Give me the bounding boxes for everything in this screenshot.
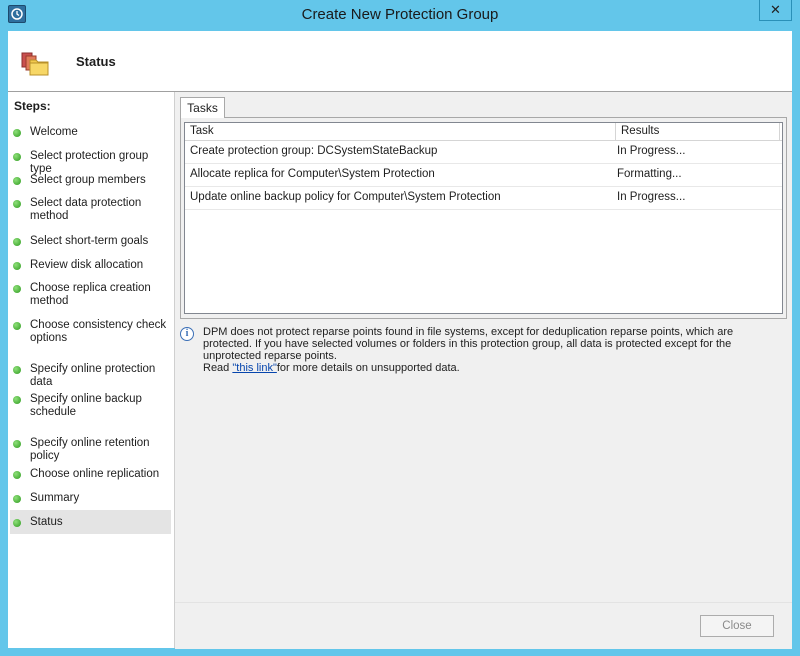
- info-read-prefix: Read: [203, 362, 233, 374]
- step-select-group-members[interactable]: Select group members: [10, 174, 171, 188]
- tasks-grid[interactable]: Task Results Create protection group: DC…: [184, 122, 783, 314]
- step-label: Welcome: [30, 126, 78, 138]
- step-label: Specify online backup schedule: [30, 393, 142, 418]
- step-welcome[interactable]: Welcome: [10, 126, 171, 140]
- step-complete-icon: [13, 238, 21, 246]
- table-row[interactable]: Allocate replica for Computer\System Pro…: [185, 164, 782, 187]
- step-label: Status: [30, 516, 63, 528]
- step-label: Choose online replication: [30, 468, 160, 480]
- step-label: Select data protection method: [30, 197, 142, 222]
- page-header: Status: [8, 31, 792, 92]
- close-button[interactable]: Close: [700, 615, 774, 637]
- step-label: Choose consistency check options: [30, 319, 167, 344]
- task-cell: Create protection group: DCSystemStateBa…: [190, 145, 438, 157]
- step-label: Summary: [30, 492, 80, 504]
- column-header-task[interactable]: Task: [190, 125, 214, 137]
- tasks-tab-panel: Task Results Create protection group: DC…: [180, 117, 787, 319]
- title-bar: Create New Protection Group ✕: [0, 0, 800, 31]
- step-summary[interactable]: Summary: [10, 492, 171, 506]
- dialog-footer: Close: [175, 602, 792, 649]
- step-complete-icon: [13, 285, 21, 293]
- grid-header: Task Results: [185, 123, 782, 141]
- step-complete-icon: [13, 495, 21, 503]
- step-label: Select protection group type: [30, 150, 149, 175]
- task-cell: Allocate replica for Computer\System Pro…: [190, 168, 435, 180]
- step-choose-consistency-check-options[interactable]: Choose consistency check options: [10, 319, 171, 346]
- step-specify-online-backup-schedule[interactable]: Specify online backup schedule: [10, 393, 171, 420]
- step-complete-icon: [13, 366, 21, 374]
- step-label: Specify online retention policy: [30, 437, 150, 462]
- step-complete-icon: [13, 322, 21, 330]
- dialog-client-area: Status Steps: Welcome Select protection …: [8, 31, 792, 649]
- step-select-short-term-goals[interactable]: Select short-term goals: [10, 235, 171, 249]
- step-complete-icon: [13, 153, 21, 161]
- tab-tasks[interactable]: Tasks: [180, 97, 225, 118]
- step-choose-online-replication[interactable]: Choose online replication: [10, 468, 171, 482]
- step-label: Select short-term goals: [30, 235, 149, 247]
- step-specify-online-retention-policy[interactable]: Specify online retention policy: [10, 437, 171, 462]
- steps-panel: Steps: Welcome Select protection group t…: [8, 92, 175, 648]
- step-label: Specify online protection data: [30, 363, 156, 388]
- column-divider[interactable]: [615, 123, 616, 140]
- dialog-window: Create New Protection Group ✕ Status Ste…: [0, 0, 800, 656]
- steps-heading: Steps:: [14, 99, 51, 113]
- step-select-data-protection-method[interactable]: Select data protection method: [10, 197, 171, 224]
- step-label: Select group members: [30, 174, 146, 186]
- step-complete-icon: [13, 129, 21, 137]
- info-read-suffix: for more details on unsupported data.: [276, 362, 460, 374]
- column-header-results[interactable]: Results: [621, 125, 659, 137]
- this-link[interactable]: "this link": [232, 362, 277, 374]
- result-cell: Formatting...: [617, 168, 682, 180]
- result-cell: In Progress...: [617, 145, 686, 157]
- table-row[interactable]: Create protection group: DCSystemStateBa…: [185, 141, 782, 164]
- task-cell: Update online backup policy for Computer…: [190, 191, 501, 203]
- result-cell: In Progress...: [617, 191, 686, 203]
- step-complete-icon: [13, 200, 21, 208]
- step-label: Choose replica creation method: [30, 282, 151, 307]
- step-choose-replica-creation-method[interactable]: Choose replica creation method: [10, 282, 171, 309]
- step-complete-icon: [13, 440, 21, 448]
- main-content: Tasks Task Results Create protection gro…: [175, 92, 792, 602]
- step-complete-icon: [13, 519, 21, 527]
- info-icon: i: [180, 327, 194, 341]
- folders-icon: [20, 51, 50, 80]
- step-complete-icon: [13, 396, 21, 404]
- step-complete-icon: [13, 177, 21, 185]
- info-link-line: Read "this link"for more details on unsu…: [203, 362, 460, 374]
- page-title: Status: [76, 54, 116, 69]
- step-select-protection-group-type[interactable]: Select protection group type: [10, 150, 171, 175]
- step-label: Review disk allocation: [30, 259, 144, 271]
- step-status[interactable]: Status: [10, 510, 171, 534]
- step-review-disk-allocation[interactable]: Review disk allocation: [10, 259, 171, 273]
- step-complete-icon: [13, 471, 21, 479]
- info-text: DPM does not protect reparse points foun…: [203, 326, 734, 362]
- table-row[interactable]: Update online backup policy for Computer…: [185, 187, 782, 210]
- step-specify-online-protection-data[interactable]: Specify online protection data: [10, 363, 171, 388]
- window-close-button[interactable]: ✕: [759, 0, 792, 21]
- window-title: Create New Protection Group: [301, 6, 499, 23]
- column-divider[interactable]: [779, 123, 780, 140]
- step-complete-icon: [13, 262, 21, 270]
